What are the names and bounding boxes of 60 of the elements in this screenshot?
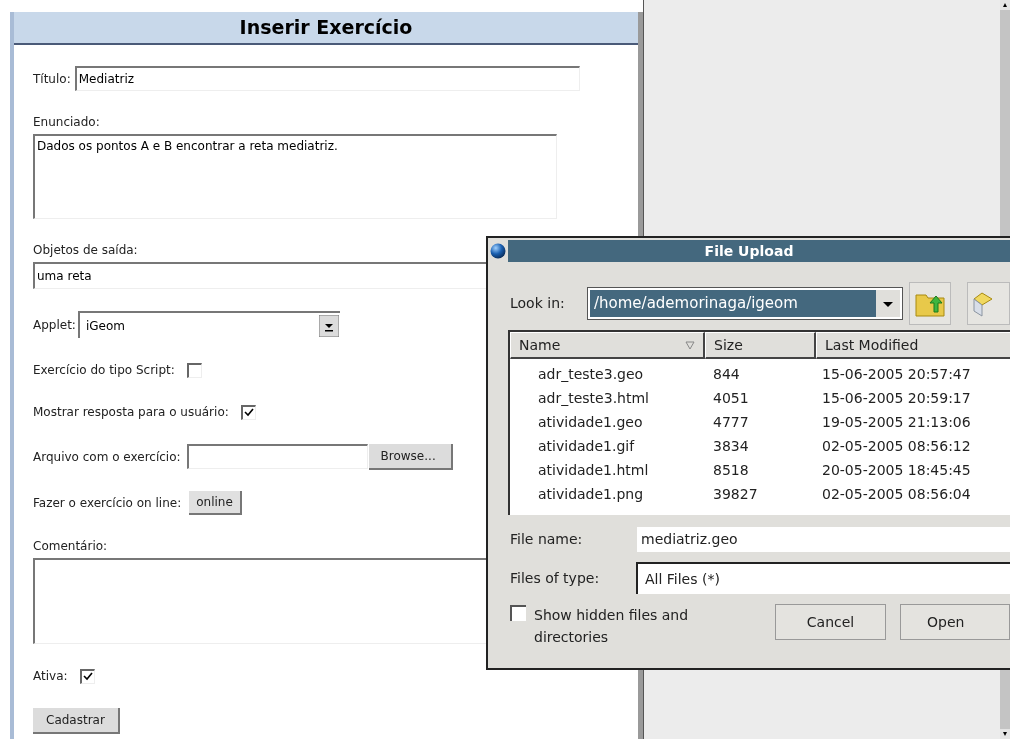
- look-in-label: Look in:: [510, 294, 566, 313]
- look-in-combo[interactable]: /home/ademorinaga/igeom: [587, 287, 903, 320]
- file-name-label: File name:: [510, 530, 584, 549]
- column-header[interactable]: Last Modified: [816, 332, 1010, 359]
- text-field[interactable]: Mediatriz: [74, 66, 580, 91]
- cube-icon: [972, 290, 993, 317]
- file-type-field[interactable]: All Files (*): [636, 562, 1010, 594]
- online-button[interactable]: online: [189, 491, 242, 515]
- field-label: Mostrar resposta para o usuário:: [33, 404, 229, 421]
- column-header[interactable]: Name: [510, 332, 705, 359]
- table-cell[interactable]: atividade1.geo: [510, 411, 705, 433]
- file-type-label: Files of type:: [510, 568, 601, 588]
- table-cell-text: 844: [712, 364, 741, 384]
- table-cell-text: 8518: [712, 460, 750, 480]
- applet-select[interactable]: iGeom: [77, 311, 340, 338]
- table-cell-text: 15-06-2005 20:59:17: [821, 388, 972, 408]
- table-cell-text: 3834: [712, 436, 750, 456]
- checkbox[interactable]: [510, 605, 526, 621]
- field-label: Objetos de saída:: [33, 242, 138, 259]
- table-cell[interactable]: adr_teste3.geo: [510, 363, 705, 385]
- table-cell-text: 02-05-2005 08:56:04: [821, 484, 972, 504]
- dialog-button[interactable]: Open: [900, 604, 1010, 640]
- field-label: Fazer o exercício on line:: [33, 495, 182, 512]
- table-cell-text: 4777: [712, 412, 750, 432]
- table-cell-text: 39827: [712, 484, 759, 504]
- dialog-title: File Upload: [704, 241, 795, 261]
- checkbox[interactable]: [240, 404, 256, 420]
- scroll-up-icon[interactable]: [1000, 0, 1010, 10]
- file-path-field[interactable]: [186, 444, 368, 469]
- table-cell-text: 02-05-2005 08:56:12: [821, 436, 972, 456]
- field-label: Ativa:: [33, 668, 68, 685]
- table-cell[interactable]: adr_teste3.html: [510, 387, 705, 409]
- checkbox[interactable]: [186, 362, 202, 378]
- globe-icon[interactable]: [490, 243, 506, 259]
- dropdown-arrow-icon[interactable]: [318, 314, 339, 337]
- table-cell-text: 4051: [712, 388, 750, 408]
- table-cell-text: 20-05-2005 18:45:45: [821, 460, 972, 480]
- up-folder-button[interactable]: [909, 282, 952, 325]
- field-label: Comentário:: [33, 538, 108, 555]
- field-label: Applet:: [33, 316, 76, 334]
- table-cell-text: 19-05-2005 21:13:06: [821, 412, 972, 432]
- checkbox[interactable]: [79, 668, 95, 684]
- browse-button[interactable]: Browse...: [368, 443, 453, 470]
- table-cell-text: 15-06-2005 20:57:47: [821, 364, 972, 384]
- field-label: Título:: [33, 70, 71, 88]
- scroll-down-icon[interactable]: [1000, 729, 1010, 739]
- table-cell[interactable]: atividade1.gif: [510, 435, 705, 457]
- field-label: Enunciado:: [33, 114, 100, 131]
- dialog-button[interactable]: Cancel: [775, 604, 886, 640]
- table-cell[interactable]: atividade1.png: [510, 483, 705, 505]
- table-cell[interactable]: atividade1.html: [510, 459, 705, 481]
- text-area[interactable]: Dados os pontos A e B encontrar a reta mediatriz.: [33, 134, 557, 219]
- sort-icon: [685, 340, 695, 350]
- checkbox-label: Show hidden files and directories: [534, 606, 690, 647]
- page-title: Inserir Exercício: [239, 15, 413, 41]
- submit-button[interactable]: Cadastrar: [33, 708, 120, 734]
- file-name-field[interactable]: mediatriz.geo: [637, 527, 1010, 552]
- column-header[interactable]: Size: [705, 332, 816, 359]
- field-label: Arquivo com o exercício:: [33, 448, 181, 466]
- field-label: Exercício do tipo Script:: [33, 362, 175, 379]
